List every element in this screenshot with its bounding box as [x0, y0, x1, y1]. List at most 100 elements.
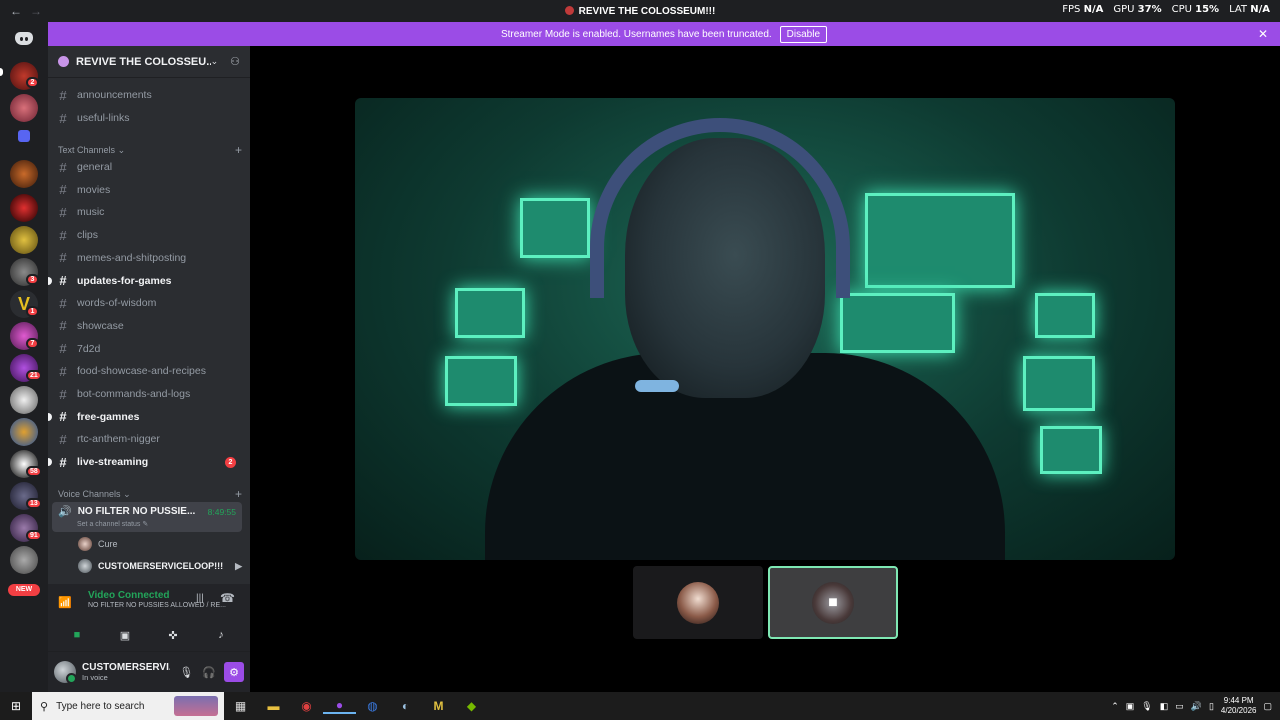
- channel-showcase[interactable]: # showcase: [54, 316, 242, 336]
- volume-icon[interactable]: 🔊: [1191, 701, 1202, 712]
- participant-tile-selected[interactable]: ■: [768, 566, 898, 639]
- voice-user[interactable]: Cure: [78, 535, 242, 553]
- voice-connection-panel: 📶 Video Connected NO FILTER NO PUSSIES A…: [48, 584, 250, 652]
- channel-words-of-wisdom[interactable]: # words-of-wisdom: [54, 293, 242, 313]
- server-icon[interactable]: [10, 194, 38, 222]
- headphones-icon[interactable]: 🎧: [202, 666, 216, 679]
- channel-label: showcase: [77, 319, 124, 332]
- channel-free-gamnes[interactable]: # free-gamnes: [48, 407, 242, 427]
- soundboard-button[interactable]: ♪: [198, 624, 244, 646]
- noise-suppression-icon[interactable]: |||: [196, 593, 204, 604]
- fps-label: FPS: [1062, 4, 1081, 15]
- hash-icon: #: [59, 87, 67, 103]
- mention-badge: 2: [225, 457, 236, 469]
- notifications-icon[interactable]: ▢: [1263, 701, 1272, 712]
- add-channel-icon[interactable]: +: [235, 143, 242, 157]
- channel-label: movies: [77, 183, 111, 196]
- server-badge: 7: [26, 338, 39, 349]
- taskbar-clock[interactable]: 9:44 PM 4/20/2026: [1221, 696, 1257, 716]
- forward-arrow-icon[interactable]: →: [30, 4, 42, 18]
- gpu-label: GPU: [1113, 4, 1135, 15]
- server-icon[interactable]: [10, 160, 38, 188]
- channel-clips[interactable]: # clips: [54, 225, 242, 245]
- hash-icon: #: [59, 227, 67, 243]
- camera-toggle-button[interactable]: ■: [54, 624, 100, 646]
- hash-icon: #: [59, 386, 67, 402]
- channel-announcements[interactable]: # announcements: [54, 85, 242, 105]
- network-icon[interactable]: ▭: [1175, 701, 1184, 712]
- discord-taskbar-icon[interactable]: ●: [323, 698, 356, 714]
- chrome-icon[interactable]: ◉: [290, 699, 323, 713]
- category-text-channels[interactable]: Text Channels ⌄ +: [58, 143, 242, 157]
- gmail-icon[interactable]: M: [422, 699, 455, 713]
- app-tray-icon[interactable]: ◧: [1160, 701, 1169, 712]
- channel-useful-links[interactable]: # useful-links: [54, 108, 242, 128]
- chevron-up-icon[interactable]: ⌃: [1111, 701, 1119, 712]
- disable-button[interactable]: Disable: [779, 25, 828, 43]
- file-explorer-icon[interactable]: ▬: [257, 699, 290, 713]
- back-arrow-icon[interactable]: ←: [10, 4, 22, 18]
- lat-label: LAT: [1229, 4, 1248, 15]
- app-tray-icon[interactable]: ▣: [1126, 701, 1135, 712]
- hash-icon: #: [59, 431, 67, 447]
- connection-channel[interactable]: NO FILTER NO PUSSIES ALLOWED / RE...: [88, 602, 226, 609]
- server-icon[interactable]: [10, 386, 38, 414]
- windows-start-icon[interactable]: ⊞: [0, 699, 32, 713]
- activities-button[interactable]: ✜: [150, 624, 196, 646]
- server-icon[interactable]: [10, 226, 38, 254]
- cpu-label: CPU: [1171, 4, 1192, 15]
- window-title-bar: ← → REVIVE THE COLOSSEUM!!! FPS N/A GPU …: [0, 0, 1280, 22]
- invite-people-icon[interactable]: ⚇: [230, 55, 240, 68]
- channel-label: free-gamnes: [77, 410, 140, 423]
- gear-icon[interactable]: ⚙: [224, 662, 244, 682]
- screen-share-button[interactable]: ▣: [102, 624, 148, 646]
- disconnect-icon[interactable]: ☎: [220, 591, 235, 605]
- category-voice-channels[interactable]: Voice Channels ⌄ +: [58, 487, 242, 501]
- channel-label: 7d2d: [77, 342, 101, 355]
- taskbar-search[interactable]: ⚲ Type here to search: [32, 692, 224, 720]
- discord-logo-icon: [15, 31, 33, 45]
- server-icon[interactable]: [10, 94, 38, 122]
- add-channel-icon[interactable]: +: [235, 487, 242, 501]
- cpu-value: 15%: [1195, 4, 1220, 15]
- hash-icon: #: [59, 409, 67, 425]
- hash-icon: #: [59, 182, 67, 198]
- server-badge: 58: [26, 466, 42, 477]
- nvidia-icon[interactable]: ◆: [455, 699, 488, 713]
- nav-arrows: ← →: [0, 4, 42, 18]
- main-video-feed[interactable]: [355, 98, 1175, 560]
- server-icon[interactable]: [10, 418, 38, 446]
- channel-status-field[interactable]: Set a channel status ✎: [77, 520, 236, 528]
- voice-channel-active[interactable]: 🔊 NO FILTER NO PUSSIE... 8:49:55 Set a cha…: [52, 502, 242, 532]
- channel-bot-commands-and-logs[interactable]: # bot-commands-and-logs: [54, 384, 242, 404]
- steam-icon[interactable]: ◐: [389, 699, 422, 713]
- voice-user[interactable]: CUSTOMERSERVICELOOP!!! ▶: [78, 557, 242, 575]
- microphone-icon[interactable]: 🎙: [179, 666, 193, 679]
- hash-icon: #: [59, 295, 67, 311]
- avatar: [78, 537, 92, 551]
- channel-food-showcase-and-recipes[interactable]: # food-showcase-and-recipes: [54, 361, 242, 381]
- user-status: In voice: [82, 673, 108, 682]
- server-badge: 13: [26, 498, 42, 509]
- microphone-icon[interactable]: 🎙: [1141, 701, 1152, 712]
- channel-updates-for-games[interactable]: # updates-for-games: [48, 271, 242, 291]
- folder-icon[interactable]: [18, 130, 30, 142]
- channel-rtc-anthem-nigger[interactable]: # rtc-anthem-nigger: [54, 429, 242, 449]
- home-button[interactable]: [0, 22, 48, 54]
- battery-icon[interactable]: ▯: [1209, 701, 1214, 712]
- browser-icon[interactable]: ◍: [356, 699, 389, 713]
- server-icon[interactable]: [10, 546, 38, 574]
- channel-movies[interactable]: # movies: [54, 180, 242, 200]
- channel-live-streaming[interactable]: # live-streaming 2: [48, 452, 242, 472]
- channel-general[interactable]: # general: [54, 157, 242, 177]
- participant-tile[interactable]: [633, 566, 763, 639]
- unread-indicator: [48, 458, 52, 467]
- channel-music[interactable]: # music: [54, 202, 242, 222]
- avatar[interactable]: [54, 661, 77, 684]
- channel-memes-and-shitposting[interactable]: # memes-and-shitposting: [54, 248, 242, 268]
- close-icon[interactable]: ✕: [1258, 27, 1268, 41]
- task-view-icon[interactable]: ▦: [224, 699, 257, 713]
- guild-header[interactable]: REVIVE THE COLOSSEU... ⌄ ⚇: [48, 46, 250, 78]
- connection-status[interactable]: Video Connected: [88, 590, 170, 601]
- channel-7d2d[interactable]: #7d2d: [54, 339, 242, 359]
